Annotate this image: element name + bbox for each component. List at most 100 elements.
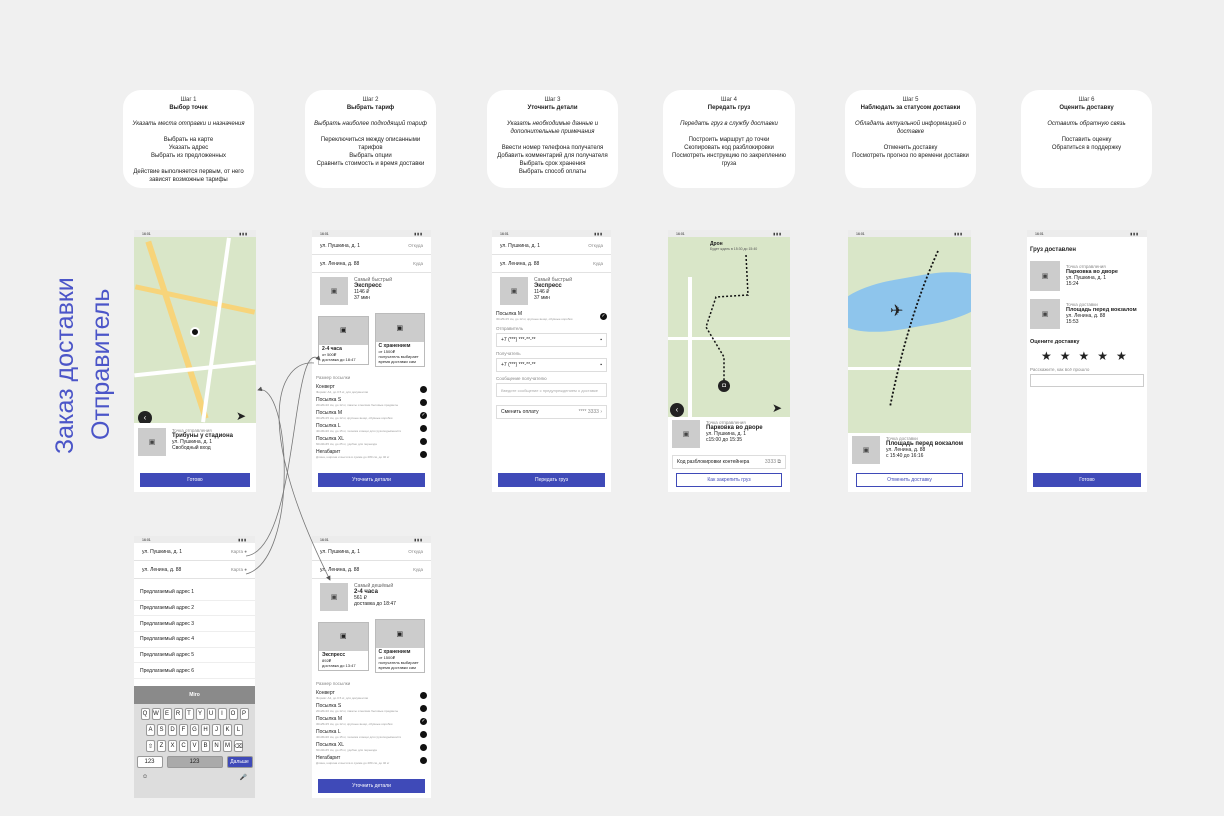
back-icon[interactable]: ‹ [670, 403, 684, 417]
parcel-option[interactable]: Конверт Формат А4, до 0.5 кг, для докумен… [312, 382, 431, 395]
key-123[interactable]: 123 [136, 756, 163, 768]
tariff-carousel[interactable]: ▣ Экспресс 892₽ доставка до 13:47 ▣ С хранен… [312, 615, 431, 677]
radio-icon[interactable] [420, 730, 427, 738]
contact-icon[interactable]: ▪ [600, 337, 602, 343]
key[interactable]: E [162, 708, 172, 720]
from-address[interactable]: ул. Пушкина, д. 1 Откуда [312, 543, 431, 561]
emoji-icon[interactable]: ☺ [142, 774, 148, 781]
to-address[interactable]: ул. Ленина, д. 88 Куда [312, 561, 431, 579]
key-space[interactable]: 123 [166, 756, 223, 768]
radio-icon[interactable] [420, 743, 427, 751]
tracking-map[interactable]: ✈ [848, 237, 971, 433]
key[interactable]: V [190, 740, 199, 752]
from-address[interactable]: ул. Пушкина, д. 1 Откуда [492, 237, 611, 255]
cancel-delivery-button[interactable]: Отменить доставку [856, 473, 963, 487]
radio-icon[interactable] [420, 398, 427, 406]
radio-icon[interactable] [420, 691, 427, 699]
navigate-arrow-icon[interactable]: ➤ [772, 401, 782, 415]
key[interactable]: O [228, 708, 238, 720]
suggested-address[interactable]: Предлагаемый адрес 6 [134, 663, 255, 680]
key[interactable]: Z [157, 740, 166, 752]
key[interactable]: W [151, 708, 161, 720]
key[interactable]: L [234, 724, 243, 736]
radio-icon[interactable] [420, 450, 427, 458]
parcel-option[interactable]: Посылка L 40х30х20 см, до 15 кг, техника … [312, 421, 431, 434]
shift-key-icon[interactable]: ⇧ [146, 740, 155, 752]
key[interactable]: M [223, 740, 232, 752]
key[interactable]: Y [195, 708, 205, 720]
suggested-address[interactable]: Предлагаемый адрес 3 [134, 616, 255, 633]
rating-stars[interactable]: ★★★★★ [1027, 349, 1147, 363]
from-address[interactable]: ул. Пушкина, д. 1 Карта ● [134, 543, 255, 561]
from-address[interactable]: ул. Пушкина, д. 1 Откуда [312, 237, 431, 255]
parcel-option[interactable]: Посылка S 20х20х10 см, до 12 кг, пакеты и… [312, 395, 431, 408]
receiver-phone-input[interactable]: +7 (***) ***-**-** ▪ [496, 358, 607, 372]
sender-phone-input[interactable]: +7 (***) ***-**-** ▪ [496, 333, 607, 347]
key[interactable]: D [168, 724, 177, 736]
key[interactable]: K [223, 724, 232, 736]
backspace-key-icon[interactable]: ⌫ [234, 740, 243, 752]
clarify-details-button[interactable]: Уточнить детали [318, 779, 425, 793]
parcel-option[interactable]: Негабарит Длина, ширина и высота в сумме … [312, 753, 431, 766]
check-icon[interactable]: ✓ [420, 717, 427, 725]
parcel-option[interactable]: Конверт Формат А4, до 0.5 кг, для докумен… [312, 688, 431, 701]
message-input[interactable]: Введите сообщение с предупреждением о до… [496, 383, 607, 397]
radio-icon[interactable] [420, 424, 427, 432]
back-icon[interactable]: ‹ [138, 411, 152, 423]
selected-parcel[interactable]: Посылка M 30х25х15 см, до 12 кг, крупные … [492, 309, 611, 322]
suggested-address[interactable]: Предлагаемый адрес 2 [134, 601, 255, 617]
suggested-address[interactable]: Предлагаемый адрес 1 [134, 585, 255, 601]
contact-icon[interactable]: ▪ [600, 362, 602, 368]
parcel-option[interactable]: Посылка M 30х25х15 см, до 12 кг, крупные … [312, 408, 431, 421]
comment-input[interactable] [1030, 374, 1144, 387]
key[interactable]: P [239, 708, 249, 720]
key[interactable]: I [217, 708, 227, 720]
key[interactable]: T [184, 708, 194, 720]
key[interactable]: U [206, 708, 216, 720]
key[interactable]: S [157, 724, 166, 736]
parcel-option[interactable]: Посылка XL 60х40х45 см, до 25 кг, удобно … [312, 740, 431, 753]
suggested-address[interactable]: Предлагаемый адрес 5 [134, 648, 255, 664]
parcel-option[interactable]: Посылка S 20х20х10 см, до 12 кг, пакеты и… [312, 701, 431, 714]
check-icon[interactable]: ✓ [420, 411, 427, 419]
radio-icon[interactable] [420, 704, 427, 712]
done-button[interactable]: Готово [140, 473, 250, 487]
mic-icon[interactable]: 🎤 [240, 774, 247, 781]
radio-icon[interactable] [420, 385, 427, 393]
copy-icon[interactable]: ⧉ [777, 459, 781, 465]
key[interactable]: Q [140, 708, 150, 720]
key[interactable]: B [201, 740, 210, 752]
parcel-option[interactable]: Посылка L 40х30х20 см, до 15 кг, техника … [312, 727, 431, 740]
key[interactable]: N [212, 740, 221, 752]
payment-row[interactable]: Сменить оплату **** 3333 › [496, 405, 607, 419]
key[interactable]: X [168, 740, 177, 752]
radio-icon[interactable] [420, 437, 427, 445]
hand-over-button[interactable]: Передать груз [498, 473, 605, 487]
tariff-card[interactable]: ▣ Экспресс 892₽ доставка до 13:47 [318, 621, 369, 671]
key-next[interactable]: Дальше [226, 756, 253, 768]
key[interactable]: R [173, 708, 183, 720]
tariff-card[interactable]: ▣ С хранением от 1500₽ получатель выбирает … [374, 313, 425, 367]
key[interactable]: H [201, 724, 210, 736]
key[interactable]: C [179, 740, 188, 752]
parcel-option[interactable]: Посылка XL 60х40х45 см, до 25 кг, удобно … [312, 434, 431, 447]
key[interactable]: J [212, 724, 221, 736]
unlock-code-row[interactable]: Код разблокировки контейнера 3333 ⧉ [672, 455, 786, 469]
done-button[interactable]: Готово [1033, 473, 1141, 487]
key[interactable]: G [190, 724, 199, 736]
parcel-option[interactable]: Негабарит Длина, ширина и высота в сумме … [312, 447, 431, 460]
navigate-arrow-icon[interactable]: ➤ [236, 409, 246, 423]
suggested-address[interactable]: Предлагаемый адрес 4 [134, 632, 255, 648]
city-map[interactable]: ‹ ➤ [134, 237, 256, 423]
to-address[interactable]: ул. Ленина, д. 88 Куда [312, 255, 431, 273]
parcel-option[interactable]: Посылка M 30х25х15 см, до 12 кг, крупные … [312, 714, 431, 727]
tariff-carousel[interactable]: ▣ 2-4 часа от 500₽ доставка до 18:47 ▣ С хра… [312, 309, 431, 371]
key[interactable]: A [146, 724, 155, 736]
route-map[interactable]: Дрон Будет ждать в 15:30 до 15:40 ◘ ‹ ➤ [668, 237, 790, 417]
to-address[interactable]: ул. Ленина, д. 88 Карта ● [134, 561, 255, 579]
keyboard-suggestion-bar[interactable]: Miro [134, 686, 255, 704]
clarify-details-button[interactable]: Уточнить детали [318, 473, 425, 487]
how-to-attach-button[interactable]: Как закрепить груз [676, 473, 782, 487]
key[interactable]: F [179, 724, 188, 736]
to-address[interactable]: ул. Ленина, д. 88 Куда [492, 255, 611, 273]
